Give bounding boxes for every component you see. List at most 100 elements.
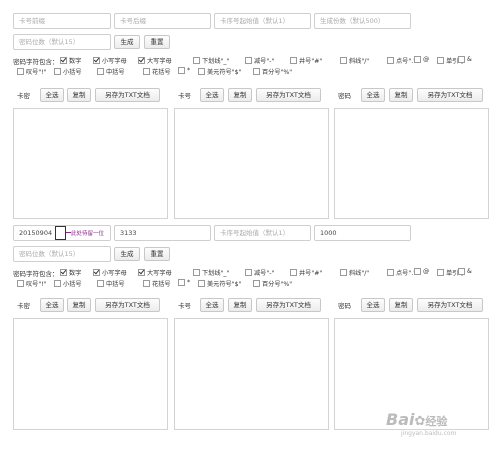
bottom-charset-option-4[interactable]: 减号"-" [245, 268, 274, 277]
top-charset-option-14[interactable]: 花括号 [143, 67, 171, 76]
top-charset-option-11[interactable]: 叹号"!" [17, 67, 47, 76]
bottom-charset-option-10[interactable]: & [458, 268, 472, 275]
checkbox-icon[interactable] [414, 268, 421, 275]
col3-output-textarea[interactable] [334, 108, 489, 219]
col2-save-txt-button[interactable]: 另存为TXT文档 [256, 88, 321, 102]
col1-select-all-button-2[interactable]: 全选 [40, 298, 64, 312]
checkbox-icon[interactable] [290, 269, 297, 276]
col3-save-txt-button-2[interactable]: 另存为TXT文档 [417, 298, 483, 312]
bottom-charset-option-17[interactable]: 百分号"%" [253, 279, 292, 288]
checkbox-icon[interactable] [253, 68, 260, 75]
checkbox-icon[interactable] [97, 280, 104, 287]
checkbox-icon[interactable] [17, 68, 24, 75]
bottom-charset-option-2[interactable]: 大写字母 [138, 268, 172, 277]
checkbox-icon[interactable] [245, 269, 252, 276]
checkbox-icon[interactable] [93, 269, 100, 276]
checkbox-icon[interactable] [60, 269, 67, 276]
checkbox-icon[interactable] [178, 67, 185, 74]
checkbox-icon[interactable] [143, 68, 150, 75]
checkbox-icon[interactable] [458, 268, 465, 275]
col2-output-textarea[interactable] [174, 108, 329, 219]
bottom-charset-option-11[interactable]: 叹号"!" [17, 279, 47, 288]
col1-select-all-button[interactable]: 全选 [40, 88, 64, 102]
checkbox-icon[interactable] [340, 57, 347, 64]
checkbox-icon[interactable] [198, 68, 205, 75]
checkbox-icon[interactable] [198, 280, 205, 287]
generate-button[interactable]: 生成 [114, 35, 140, 49]
top-charset-option-0[interactable]: 数字 [60, 56, 81, 65]
password-length-input[interactable] [13, 34, 111, 50]
col1-save-txt-button-2[interactable]: 另存为TXT文档 [95, 298, 160, 312]
reset-button-2[interactable]: 重置 [144, 247, 170, 261]
top-charset-option-5[interactable]: 井号"#" [290, 56, 322, 65]
col3-save-txt-button[interactable]: 另存为TXT文档 [417, 88, 483, 102]
checkbox-icon[interactable] [138, 57, 145, 64]
password-length-input-2[interactable] [13, 246, 111, 262]
bottom-charset-option-13[interactable]: 中括号 [97, 279, 125, 288]
col2-select-all-button-2[interactable]: 全选 [200, 298, 224, 312]
col1-copy-button-2[interactable]: 复制 [67, 298, 91, 312]
checkbox-icon[interactable] [290, 57, 297, 64]
card-prefix-input[interactable] [13, 13, 111, 29]
checkbox-icon[interactable] [437, 269, 444, 276]
col1-save-txt-button[interactable]: 另存为TXT文档 [95, 88, 160, 102]
bottom-charset-option-0[interactable]: 数字 [60, 268, 81, 277]
top-charset-option-4[interactable]: 减号"-" [245, 56, 274, 65]
checkbox-icon[interactable] [340, 269, 347, 276]
col1-output-textarea[interactable] [13, 108, 168, 219]
checkbox-icon[interactable] [60, 57, 67, 64]
checkbox-icon[interactable] [193, 269, 200, 276]
col2-select-all-button[interactable]: 全选 [200, 88, 224, 102]
checkbox-icon[interactable] [437, 57, 444, 64]
top-charset-option-7[interactable]: 点号"." [387, 56, 416, 65]
col2-save-txt-button-2[interactable]: 另存为TXT文档 [256, 298, 321, 312]
col3-select-all-button[interactable]: 全选 [361, 88, 385, 102]
count-input[interactable] [314, 13, 411, 29]
top-charset-option-1[interactable]: 小写字母 [93, 56, 127, 65]
col3-copy-button[interactable]: 复制 [389, 88, 413, 102]
col3-copy-button-2[interactable]: 复制 [389, 298, 413, 312]
top-charset-option-8[interactable]: @ [414, 56, 429, 63]
col1-copy-button[interactable]: 复制 [67, 88, 91, 102]
count-input-filled[interactable] [314, 225, 411, 241]
top-charset-option-15[interactable]: * [178, 67, 190, 74]
col2-copy-button[interactable]: 复制 [228, 88, 252, 102]
card-suffix-input-filled[interactable] [114, 225, 211, 241]
top-charset-option-6[interactable]: 斜线"/" [340, 56, 369, 65]
bottom-charset-option-16[interactable]: 美元符号"$" [198, 279, 241, 288]
generate-button-2[interactable]: 生成 [114, 247, 140, 261]
bottom-charset-option-12[interactable]: 小括号 [54, 279, 82, 288]
top-charset-option-17[interactable]: 百分号"%" [253, 67, 292, 76]
checkbox-icon[interactable] [253, 280, 260, 287]
checkbox-icon[interactable] [54, 68, 61, 75]
col3-select-all-button-2[interactable]: 全选 [361, 298, 385, 312]
checkbox-icon[interactable] [143, 280, 150, 287]
top-charset-option-13[interactable]: 中括号 [97, 67, 125, 76]
bottom-charset-option-14[interactable]: 花括号 [143, 279, 171, 288]
bottom-charset-option-8[interactable]: @ [414, 268, 429, 275]
checkbox-icon[interactable] [54, 280, 61, 287]
start-index-input-2[interactable] [214, 225, 311, 241]
bottom-charset-option-6[interactable]: 斜线"/" [340, 268, 369, 277]
col2-output-textarea-2[interactable] [174, 318, 329, 430]
checkbox-icon[interactable] [458, 56, 465, 63]
col2-copy-button-2[interactable]: 复制 [228, 298, 252, 312]
bottom-charset-option-7[interactable]: 点号"." [387, 268, 416, 277]
checkbox-icon[interactable] [245, 57, 252, 64]
bottom-charset-option-15[interactable]: * [178, 279, 190, 286]
checkbox-icon[interactable] [387, 269, 394, 276]
bottom-charset-option-5[interactable]: 井号"#" [290, 268, 322, 277]
checkbox-icon[interactable] [138, 269, 145, 276]
card-suffix-input[interactable] [114, 13, 211, 29]
top-charset-option-2[interactable]: 大写字母 [138, 56, 172, 65]
checkbox-icon[interactable] [97, 68, 104, 75]
bottom-charset-option-3[interactable]: 下划线"_" [193, 268, 229, 277]
top-charset-option-12[interactable]: 小括号 [54, 67, 82, 76]
reset-button[interactable]: 重置 [144, 35, 170, 49]
checkbox-icon[interactable] [193, 57, 200, 64]
start-index-input[interactable] [214, 13, 311, 29]
checkbox-icon[interactable] [387, 57, 394, 64]
top-charset-option-10[interactable]: & [458, 56, 472, 63]
checkbox-icon[interactable] [17, 280, 24, 287]
checkbox-icon[interactable] [178, 279, 185, 286]
